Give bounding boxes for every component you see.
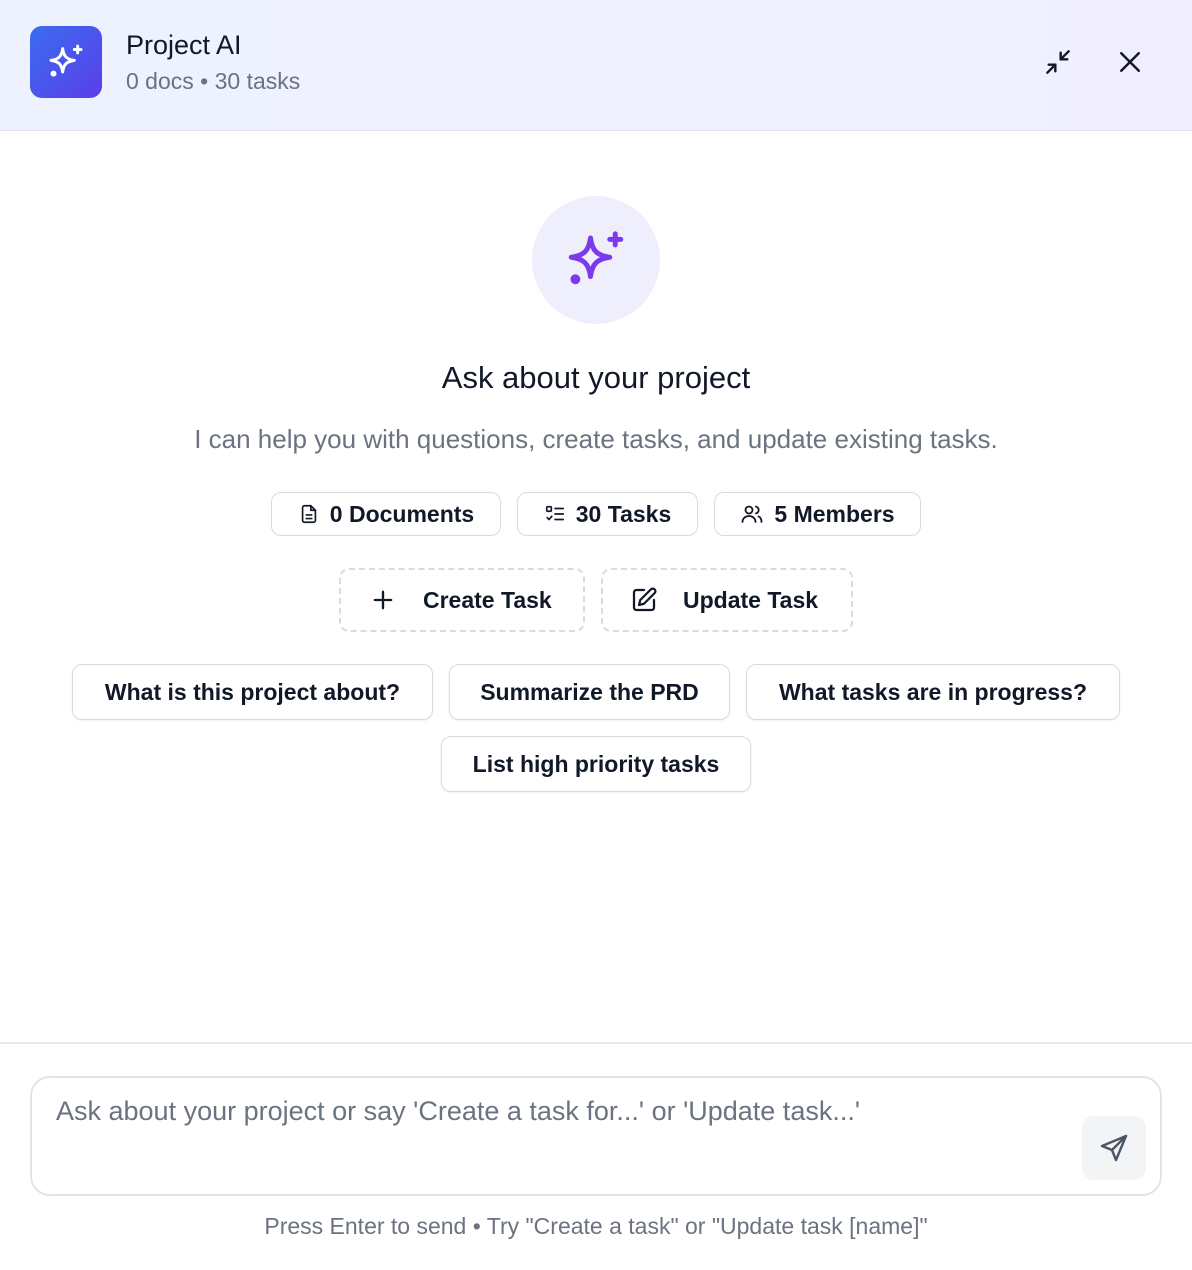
close-button[interactable] <box>1108 40 1152 84</box>
tasks-count-label: 30 Tasks <box>575 500 672 527</box>
app-subtitle: 0 docs • 30 tasks <box>126 68 301 94</box>
edit-icon <box>632 587 657 612</box>
composer-hint: Press Enter to send • Try "Create a task… <box>264 1213 928 1239</box>
users-icon <box>742 505 763 523</box>
suggestion-high-priority-tasks[interactable]: List high priority tasks <box>441 736 751 792</box>
suggestion-summarize-prd[interactable]: Summarize the PRD <box>449 664 730 720</box>
message-composer <box>30 1076 1162 1196</box>
close-icon <box>1120 52 1140 72</box>
minimize-arrows-icon <box>1046 50 1070 74</box>
suggestion-project-about[interactable]: What is this project about? <box>72 664 433 720</box>
app-title: Project AI <box>126 30 242 60</box>
tasks-count-badge: 30 Tasks <box>517 492 698 536</box>
sparkles-icon <box>568 231 624 285</box>
suggestion-tasks-in-progress[interactable]: What tasks are in progress? <box>746 664 1120 720</box>
chat-header: Project AI 0 docs • 30 tasks <box>0 0 1192 131</box>
send-button[interactable] <box>1082 1116 1146 1180</box>
welcome-title: Ask about your project <box>441 360 751 395</box>
hero-icon-badge <box>532 196 660 324</box>
welcome-description: I can help you with questions, create ta… <box>194 424 998 454</box>
members-count-badge: 5 Members <box>714 492 921 536</box>
message-input[interactable] <box>56 1096 1076 1176</box>
documents-count-badge: 0 Documents <box>271 492 501 536</box>
task-list-icon <box>545 505 564 521</box>
document-icon <box>301 504 317 524</box>
update-task-label: Update Task <box>683 586 819 613</box>
documents-count-label: 0 Documents <box>329 500 475 527</box>
send-icon <box>1100 1134 1128 1162</box>
app-logo <box>30 26 102 98</box>
sparkles-icon <box>49 44 83 77</box>
composer-divider <box>0 1042 1192 1044</box>
create-task-button[interactable]: Create Task <box>339 568 585 632</box>
plus-icon <box>373 590 393 610</box>
create-task-label: Create Task <box>423 586 552 613</box>
update-task-button[interactable]: Update Task <box>601 568 853 632</box>
members-count-label: 5 Members <box>774 500 895 527</box>
minimize-button[interactable] <box>1036 40 1080 84</box>
